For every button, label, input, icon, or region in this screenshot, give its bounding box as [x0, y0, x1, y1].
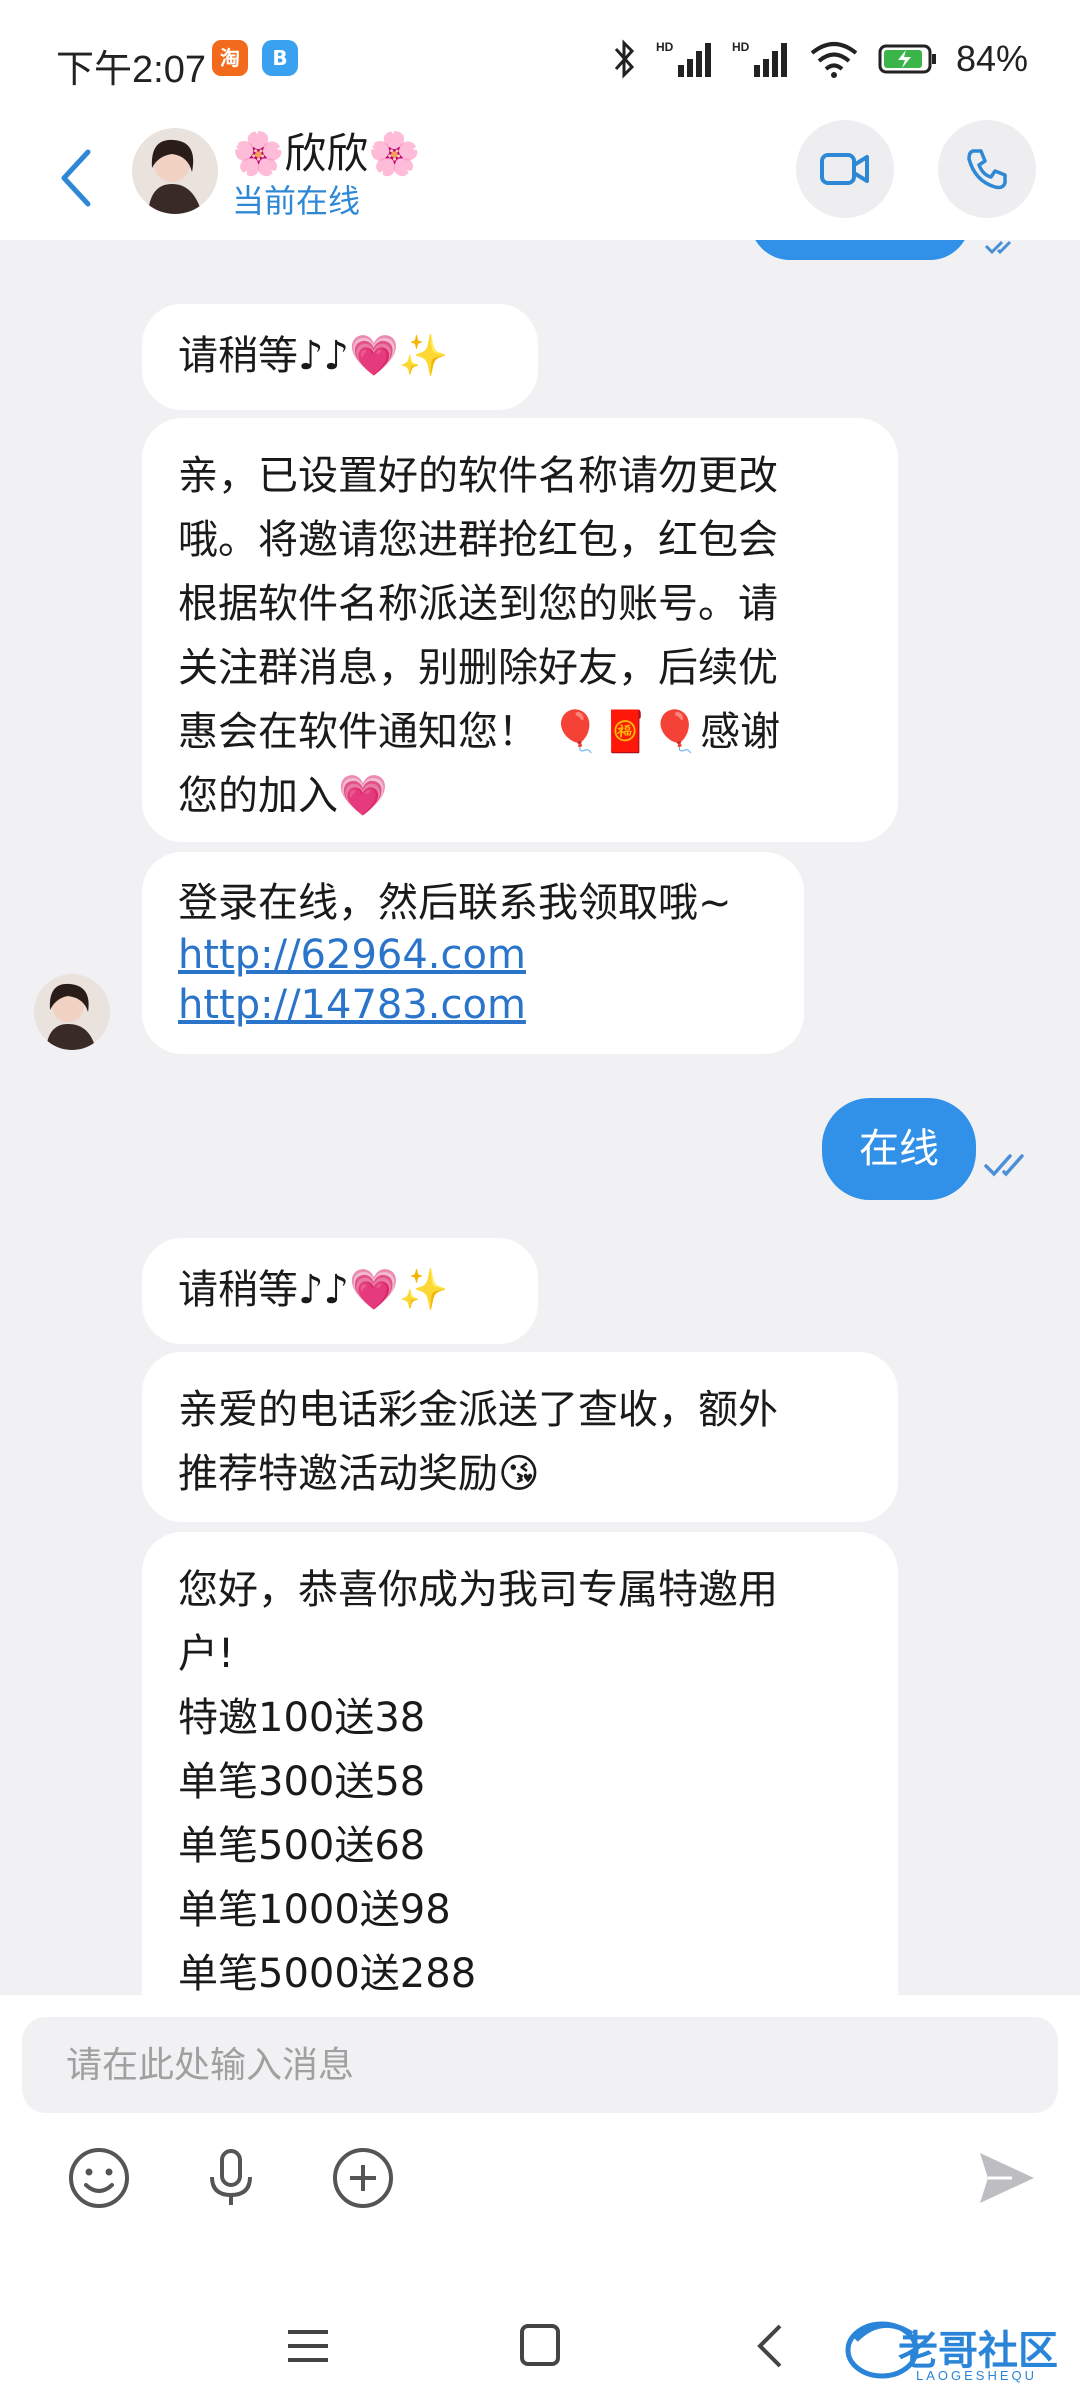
- contact-name: 🌸欣欣🌸: [232, 129, 421, 178]
- svg-text:HD: HD: [732, 40, 750, 54]
- message-line: 特邀100送38: [178, 1695, 426, 1741]
- status-time: 下午2:07: [56, 49, 206, 91]
- contact-avatar[interactable]: [132, 128, 218, 214]
- message-line: 单笔5000送288: [178, 1951, 477, 1995]
- watermark-subtext: LAOGESHEQU: [916, 2368, 1038, 2383]
- message-line: 单笔500送68: [178, 1823, 426, 1869]
- chat-header: 🌸欣欣🌸 当前在线: [0, 120, 1080, 240]
- message-line: 根据软件名称派送到您的账号。请: [178, 581, 778, 627]
- battery-percent: 84%: [955, 38, 1028, 79]
- voice-call-button[interactable]: [938, 120, 1036, 218]
- video-call-button[interactable]: [796, 120, 894, 218]
- message-line: 您的加入💗: [178, 773, 388, 819]
- status-bar: 下午2:07 淘 B HD HD 84%: [0, 0, 1080, 120]
- message-line: 惠会在软件通知您！ 🎈🧧🎈感谢: [178, 709, 781, 755]
- wifi-icon: [810, 42, 858, 78]
- system-nav-bar: 老哥社区 LAOGESHEQU: [0, 2290, 1080, 2400]
- signal-hd-icon: HD: [732, 40, 787, 77]
- message-bubble-in[interactable]: 登录在线，然后联系我领取哦~ http://62964.com http://1…: [142, 852, 804, 1054]
- message-bubble-in[interactable]: 亲爱的电话彩金派送了查收，额外 推荐特邀活动奖励😘: [142, 1352, 898, 1522]
- bluetooth-icon: [614, 39, 634, 79]
- message-line: 关注群消息，别删除好友，后续优: [178, 645, 778, 691]
- message-text: 请稍等♪♪💗✨: [178, 1267, 449, 1313]
- read-ticks-icon: [984, 240, 1012, 255]
- add-icon[interactable]: [328, 2143, 398, 2213]
- message-bubble-in[interactable]: 亲，已设置好的软件名称请勿更改 哦。将邀请您进群抢红包，红包会 根据软件名称派送…: [142, 418, 898, 842]
- message-link[interactable]: http://14783.com: [178, 980, 770, 1030]
- app-b-icon: B: [262, 40, 298, 76]
- contact-avatar-small[interactable]: [34, 974, 110, 1050]
- svg-text:HD: HD: [656, 40, 674, 54]
- message-line: 户!: [178, 1631, 235, 1677]
- back-arrow-icon[interactable]: [52, 138, 102, 218]
- message-list[interactable]: 请稍等♪♪💗✨ 亲，已设置好的软件名称请勿更改 哦。将邀请您进群抢红包，红包会 …: [0, 240, 1080, 1995]
- message-line: 您好，恭喜你成为我司专属特邀用: [178, 1567, 778, 1613]
- message-bubble-in[interactable]: 请稍等♪♪💗✨: [142, 1238, 538, 1344]
- message-line: 单笔1000送98: [178, 1887, 451, 1933]
- battery-icon: [878, 44, 936, 74]
- phone-icon: [967, 149, 1007, 190]
- status-indicators: HD HD 84%: [612, 36, 1028, 82]
- home-icon[interactable]: [510, 2318, 570, 2374]
- message-line: 推荐特邀活动奖励😘: [178, 1451, 540, 1497]
- online-status: 当前在线: [232, 182, 361, 220]
- message-text: 请稍等♪♪💗✨: [178, 333, 449, 379]
- taobao-icon: 淘: [212, 40, 248, 76]
- message-input[interactable]: [22, 2017, 1058, 2113]
- back-nav-icon[interactable]: [742, 2318, 802, 2374]
- read-ticks-icon: [984, 1154, 1024, 1177]
- message-bubble-in[interactable]: 您好，恭喜你成为我司专属特邀用 户! 特邀100送38 单笔300送58 单笔5…: [142, 1532, 898, 1995]
- message-link[interactable]: http://62964.com: [178, 930, 770, 980]
- signal-hd-icon: HD: [656, 40, 711, 77]
- watermark-logo: 老哥社区 LAOGESHEQU: [842, 2310, 1072, 2390]
- message-line: 亲，已设置好的软件名称请勿更改: [178, 453, 778, 499]
- menu-icon[interactable]: [278, 2318, 338, 2374]
- message-bubble-out-partial[interactable]: [750, 240, 970, 260]
- mic-icon[interactable]: [196, 2143, 266, 2213]
- message-line: 哦。将邀请您进群抢红包，红包会: [178, 517, 778, 563]
- message-bubble-in[interactable]: 请稍等♪♪💗✨: [142, 304, 538, 410]
- emoji-icon[interactable]: [64, 2143, 134, 2213]
- message-line: 亲爱的电话彩金派送了查收，额外: [178, 1387, 778, 1433]
- message-text: 登录在线，然后联系我领取哦~: [178, 880, 732, 926]
- message-text: 在线: [859, 1126, 939, 1172]
- message-line: 单笔300送58: [178, 1759, 426, 1805]
- message-bubble-out[interactable]: 在线: [822, 1098, 976, 1200]
- send-icon[interactable]: [972, 2143, 1042, 2213]
- composer: 老哥社区 LAOGESHEQU: [0, 1995, 1080, 2400]
- video-camera-icon: [820, 153, 869, 185]
